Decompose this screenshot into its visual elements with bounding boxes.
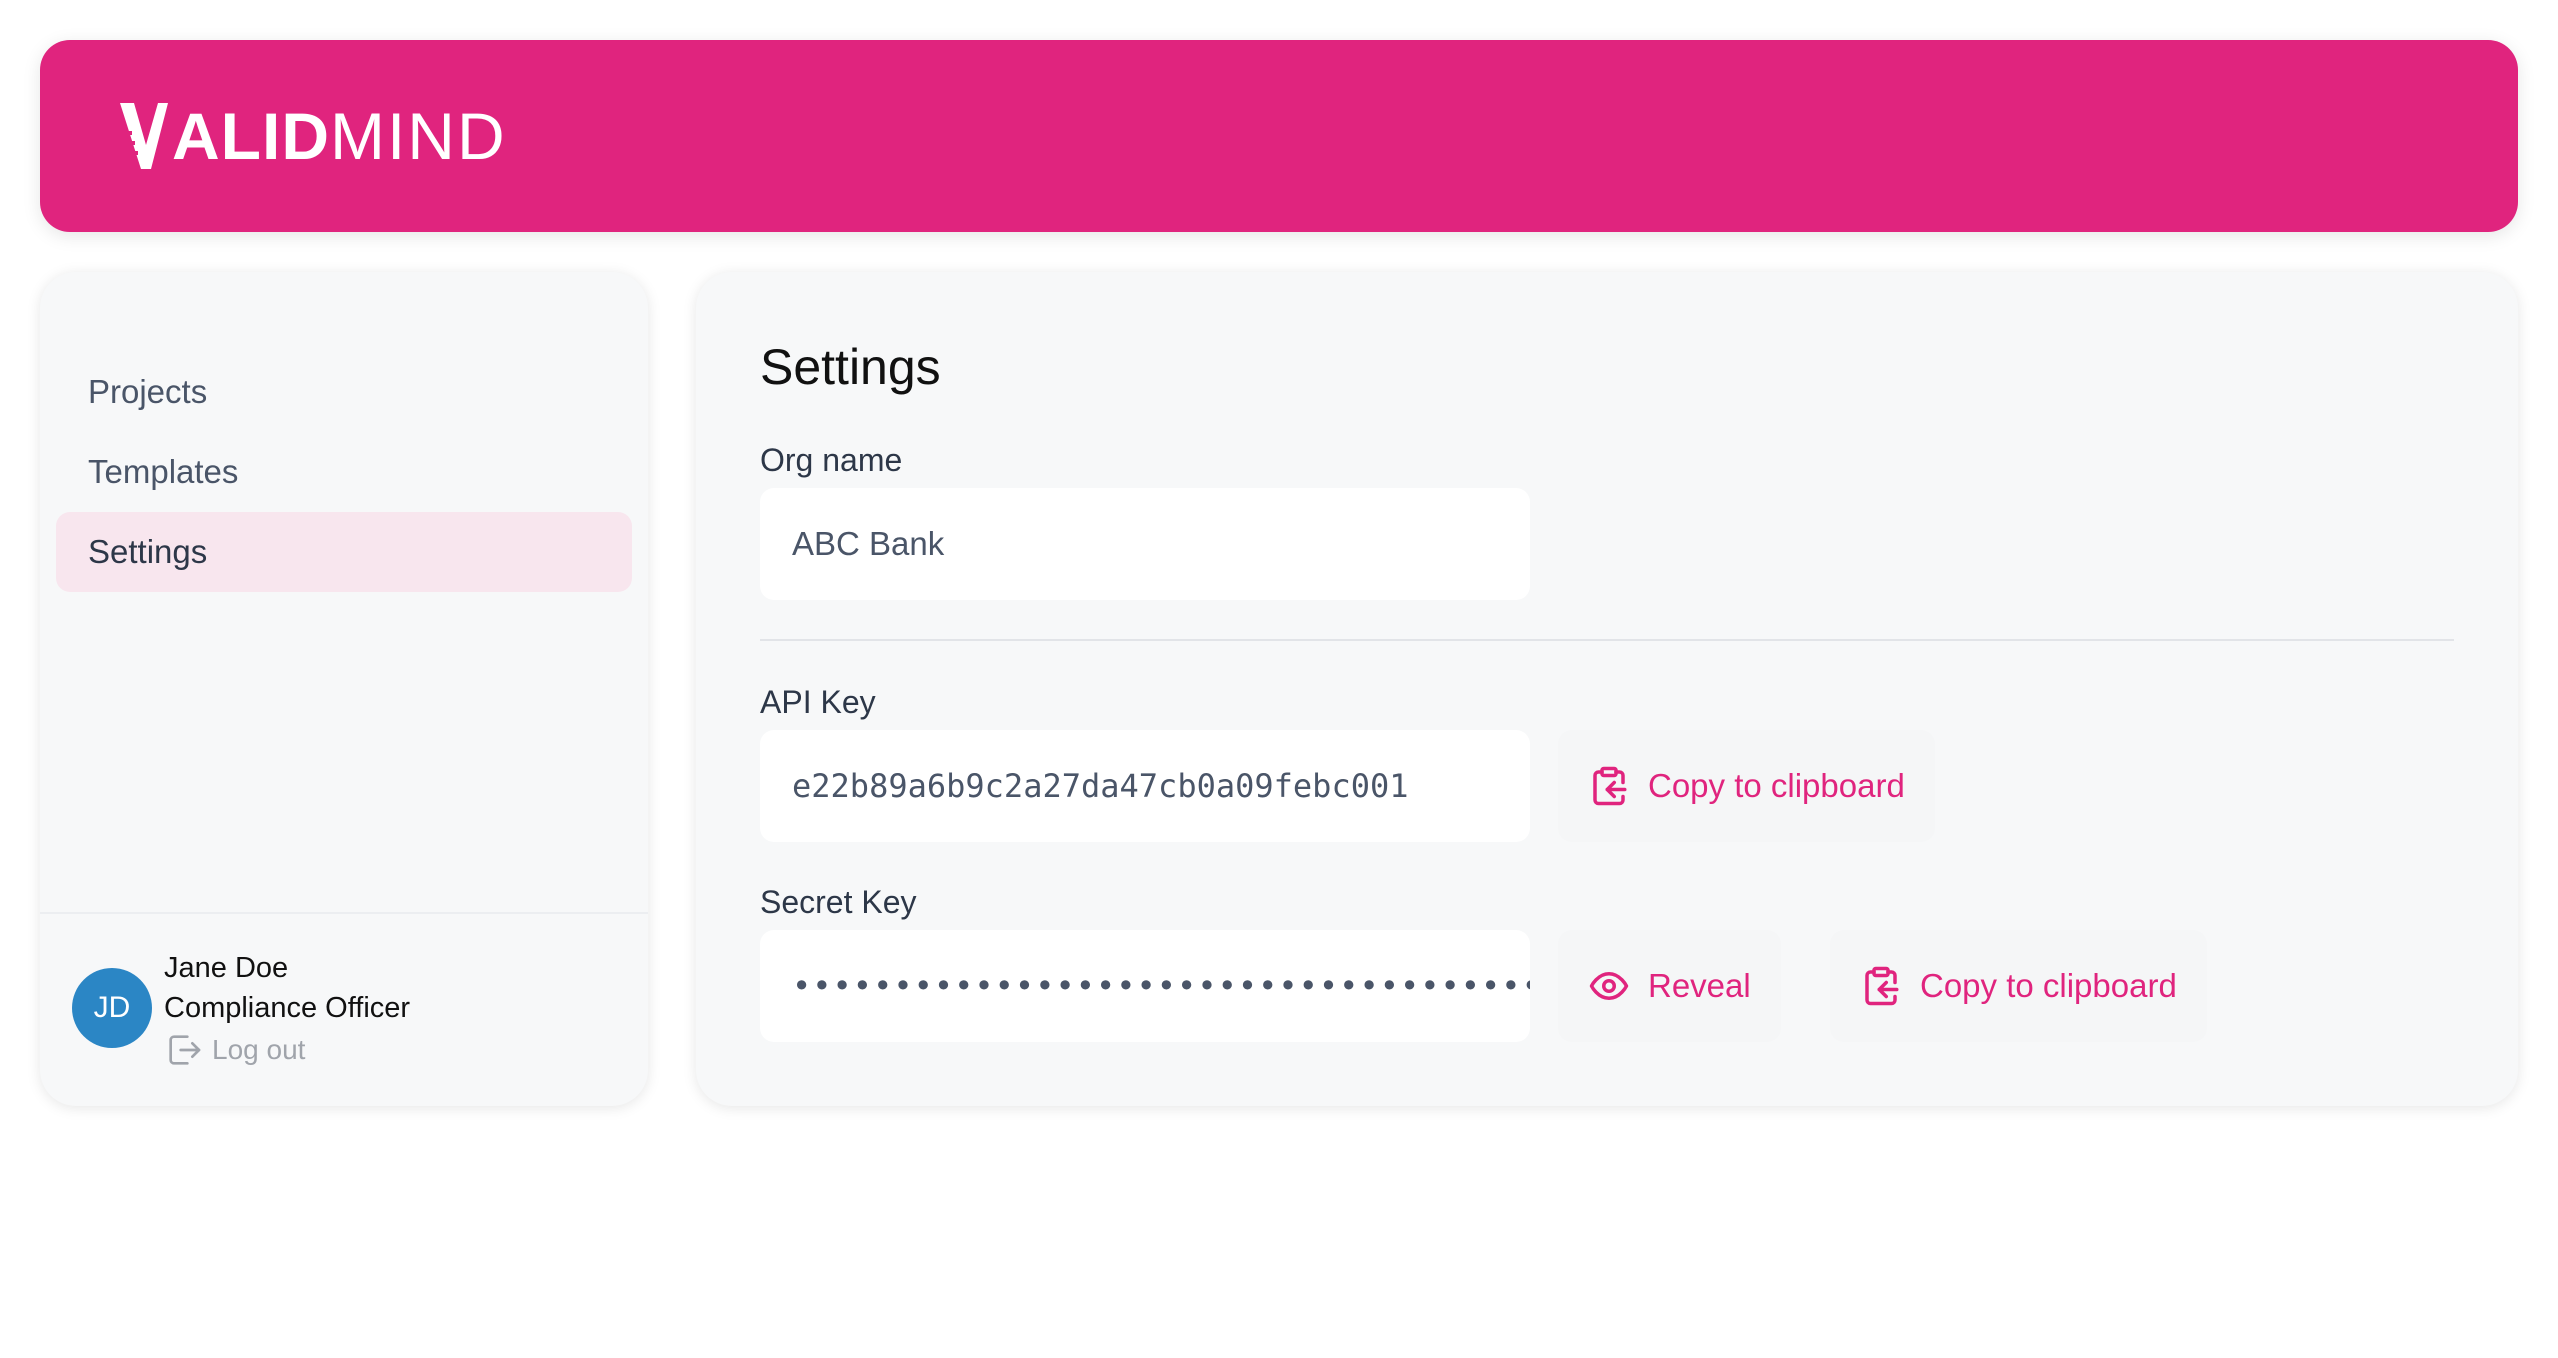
clipboard-copy-icon (1865, 966, 1899, 1006)
app-header: ALID MIND (40, 40, 2518, 232)
logo-text-light: MIND (329, 99, 507, 173)
sidebar-item-templates[interactable]: Templates (56, 432, 632, 512)
copy-secret-key-button[interactable]: Copy to clipboard (1830, 930, 2207, 1042)
sidebar-item-projects[interactable]: Projects (56, 352, 632, 432)
api-key-field[interactable] (760, 730, 1530, 842)
avatar[interactable]: JD (72, 968, 152, 1048)
logo-v-mark (120, 103, 168, 169)
logo-text-bold: ALID (172, 99, 330, 173)
logout-button[interactable]: Log out (164, 1030, 410, 1070)
settings-panel: Settings Org name API Key Copy to clipbo… (696, 272, 2518, 1106)
user-role: Compliance Officer (164, 992, 411, 1024)
copy-api-key-label: Copy to clipboard (1648, 767, 1905, 804)
clipboard-copy-icon (1593, 766, 1627, 806)
user-profile: JD Jane Doe Compliance Officer Log out (72, 948, 410, 1070)
sidebar-item-settings[interactable]: Settings (56, 512, 632, 592)
eye-icon (1589, 972, 1629, 1000)
section-divider (760, 639, 2454, 641)
user-name: Jane Doe (164, 952, 289, 984)
api-key-label: API Key (760, 684, 876, 720)
logout-icon (169, 1035, 201, 1065)
copy-api-key-button[interactable]: Copy to clipboard (1558, 730, 1935, 842)
sidebar: Projects Templates Settings JD Jane Doe … (40, 272, 648, 1106)
sidebar-nav: Projects Templates Settings (56, 352, 632, 592)
secret-key-field[interactable]: •••••••••••••••••••••••••••••••••••••••• (760, 930, 1530, 1042)
validmind-logo[interactable]: ALID MIND (120, 96, 507, 176)
org-name-field[interactable] (760, 488, 1530, 600)
logout-label: Log out (212, 1034, 306, 1065)
page-title: Settings (760, 339, 941, 395)
sidebar-divider (40, 912, 648, 914)
reveal-secret-button[interactable]: Reveal (1558, 930, 1781, 1042)
org-name-label: Org name (760, 442, 903, 478)
secret-key-label: Secret Key (760, 884, 917, 920)
user-info: Jane Doe Compliance Officer Log out (164, 948, 410, 1070)
copy-secret-key-label: Copy to clipboard (1920, 967, 2177, 1004)
reveal-label: Reveal (1648, 967, 1751, 1004)
